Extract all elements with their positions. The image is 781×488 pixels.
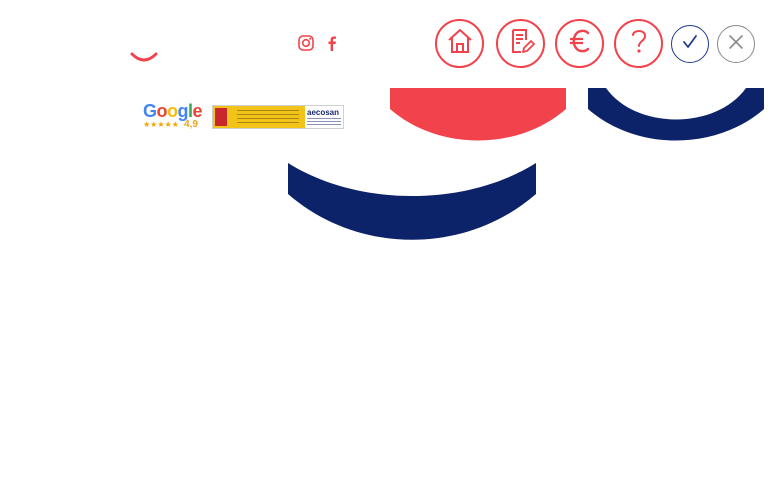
home-button[interactable] xyxy=(435,19,484,68)
euro-icon xyxy=(565,26,595,61)
instagram-icon[interactable] xyxy=(297,34,315,52)
google-rating-value: 4,9 xyxy=(184,119,198,130)
navy-arc-shape-right xyxy=(588,88,764,141)
help-button[interactable] xyxy=(614,19,663,68)
close-icon xyxy=(726,32,746,57)
home-icon xyxy=(445,26,475,61)
navy-arc-shape-center xyxy=(288,163,536,240)
edit-document-icon xyxy=(506,26,536,61)
logo-fragment xyxy=(130,52,158,62)
aecosan-logo: aecosan xyxy=(307,108,340,117)
check-icon xyxy=(680,32,700,57)
facebook-icon[interactable] xyxy=(323,34,341,52)
edit-document-button[interactable] xyxy=(496,19,545,68)
confirm-button[interactable] xyxy=(671,25,709,63)
star-rating-icon: ★★★★★ xyxy=(143,120,179,129)
pricing-button[interactable] xyxy=(555,19,604,68)
close-button[interactable] xyxy=(717,25,755,63)
google-rating-badge: Google ★★★★★ 4,9 xyxy=(140,100,204,132)
government-logo xyxy=(213,106,305,128)
red-arc-shape xyxy=(390,88,566,141)
government-aecosan-badge: aecosan xyxy=(212,105,344,129)
question-mark-icon xyxy=(624,26,654,61)
